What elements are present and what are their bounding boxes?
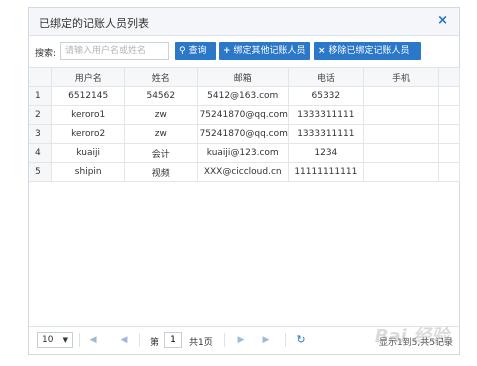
- prev-page-icon[interactable]: ◀: [117, 333, 131, 347]
- next-page-icon[interactable]: ▶: [234, 333, 248, 347]
- pagination-info: 显示1到5,共5记录: [378, 338, 453, 348]
- accountant-table: 用户名 姓名 邮箱 电话 手机 1 6512145 54562 5412@163…: [29, 67, 460, 327]
- cell-mobile: [363, 124, 440, 144]
- cell-email: 5412@163.com: [197, 86, 289, 106]
- last-page-icon[interactable]: ▶: [258, 333, 272, 347]
- cell-mobile: [363, 86, 440, 106]
- plus-icon: +: [223, 46, 231, 56]
- cell-email: kuaiji@123.com: [197, 143, 289, 163]
- page-total: 共1页: [189, 338, 213, 348]
- row-number: 2: [29, 105, 53, 125]
- page-size-value: 10: [42, 335, 54, 345]
- cell-name: 视频: [124, 162, 198, 182]
- row-number: 4: [29, 143, 53, 163]
- cell-spacer: [438, 124, 460, 144]
- table-row[interactable]: 3 keroro2 zw 75241870@qq.com 1333311111: [29, 124, 460, 144]
- cell-phone: 1234: [288, 143, 364, 163]
- pager-divider: [224, 333, 225, 347]
- cell-email: 75241870@qq.com: [197, 105, 289, 125]
- cell-mobile: [363, 162, 440, 182]
- cell-name: 54562: [124, 86, 198, 106]
- column-header-name[interactable]: 姓名: [124, 68, 198, 87]
- cell-username: shipin: [51, 162, 126, 182]
- page-number-input[interactable]: [164, 332, 182, 348]
- cell-phone: 65332: [288, 86, 364, 106]
- query-button-label: 查询: [188, 46, 207, 56]
- chevron-down-icon: ▼: [62, 336, 68, 344]
- cell-phone: 1333311111: [288, 105, 364, 125]
- table-row[interactable]: 5 shipin 视频 XXX@ciccloud.cn 11111111111: [29, 162, 460, 182]
- dialog-title: 已绑定的记账人员列表: [39, 17, 149, 30]
- search-icon: ⚲: [179, 46, 186, 56]
- cell-mobile: [363, 143, 440, 163]
- table-row[interactable]: 2 keroro1 zw 75241870@qq.com 1333311111: [29, 105, 460, 125]
- row-number-header: [29, 68, 53, 87]
- table-header-row: 用户名 姓名 邮箱 电话 手机: [29, 68, 460, 87]
- close-icon[interactable]: ×: [437, 13, 448, 28]
- pager-divider: [139, 333, 140, 347]
- bound-accountants-dialog: 已绑定的记账人员列表 × 搜索: ⚲查询 +绑定其他记账人员 ×移除已绑定记账人…: [28, 7, 460, 355]
- bind-accountant-button[interactable]: + 绑定其他记账人员: [219, 42, 310, 60]
- pager-divider: [285, 333, 286, 347]
- first-page-icon[interactable]: ◀: [87, 333, 101, 347]
- column-header-spacer: [438, 68, 460, 87]
- search-label: 搜索:: [35, 49, 57, 59]
- cell-spacer: [438, 105, 460, 125]
- column-header-email[interactable]: 邮箱: [197, 68, 289, 87]
- query-button[interactable]: ⚲ 查询: [175, 42, 216, 60]
- toolbar: 搜索: ⚲查询 +绑定其他记账人员 ×移除已绑定记账人员: [29, 42, 459, 62]
- cell-spacer: [438, 143, 460, 163]
- bind-accountant-label: 绑定其他记账人员: [233, 46, 306, 56]
- search-input[interactable]: [60, 42, 169, 60]
- row-number: 3: [29, 124, 53, 144]
- cell-email: XXX@ciccloud.cn: [197, 162, 289, 182]
- page-prefix: 第: [150, 338, 160, 348]
- refresh-icon[interactable]: ↻: [294, 333, 308, 347]
- cell-spacer: [438, 162, 460, 182]
- dialog-titlebar: 已绑定的记账人员列表 ×: [29, 8, 459, 36]
- column-header-mobile[interactable]: 手机: [363, 68, 440, 87]
- cell-name: zw: [124, 124, 198, 144]
- table-row[interactable]: 4 kuaiji 会计 kuaiji@123.com 1234: [29, 143, 460, 163]
- cell-name: 会计: [124, 143, 198, 163]
- page-size-select[interactable]: 10 ▼: [37, 332, 73, 348]
- column-header-username[interactable]: 用户名: [51, 68, 126, 87]
- cell-username: keroro1: [51, 105, 126, 125]
- table-row[interactable]: 1 6512145 54562 5412@163.com 65332: [29, 86, 460, 106]
- remove-accountant-button[interactable]: × 移除已绑定记账人员: [314, 42, 421, 60]
- cell-email: 75241870@qq.com: [197, 124, 289, 144]
- x-icon: ×: [318, 46, 326, 56]
- cell-mobile: [363, 105, 440, 125]
- pager-divider: [79, 333, 80, 347]
- cell-username: 6512145: [51, 86, 126, 106]
- column-header-phone[interactable]: 电话: [288, 68, 364, 87]
- row-number: 5: [29, 162, 53, 182]
- cell-phone: 1333311111: [288, 124, 364, 144]
- cell-phone: 11111111111: [288, 162, 364, 182]
- row-number: 1: [29, 86, 53, 106]
- cell-spacer: [438, 86, 460, 106]
- cell-username: kuaiji: [51, 143, 126, 163]
- cell-name: zw: [124, 105, 198, 125]
- cell-username: keroro2: [51, 124, 126, 144]
- remove-accountant-label: 移除已绑定记账人员: [328, 46, 410, 56]
- pagination-bar: 10 ▼ ◀ ◀ 第 共1页 ▶ ▶ ↻ Bai 经验 显示1到5,共5记录: [29, 326, 459, 352]
